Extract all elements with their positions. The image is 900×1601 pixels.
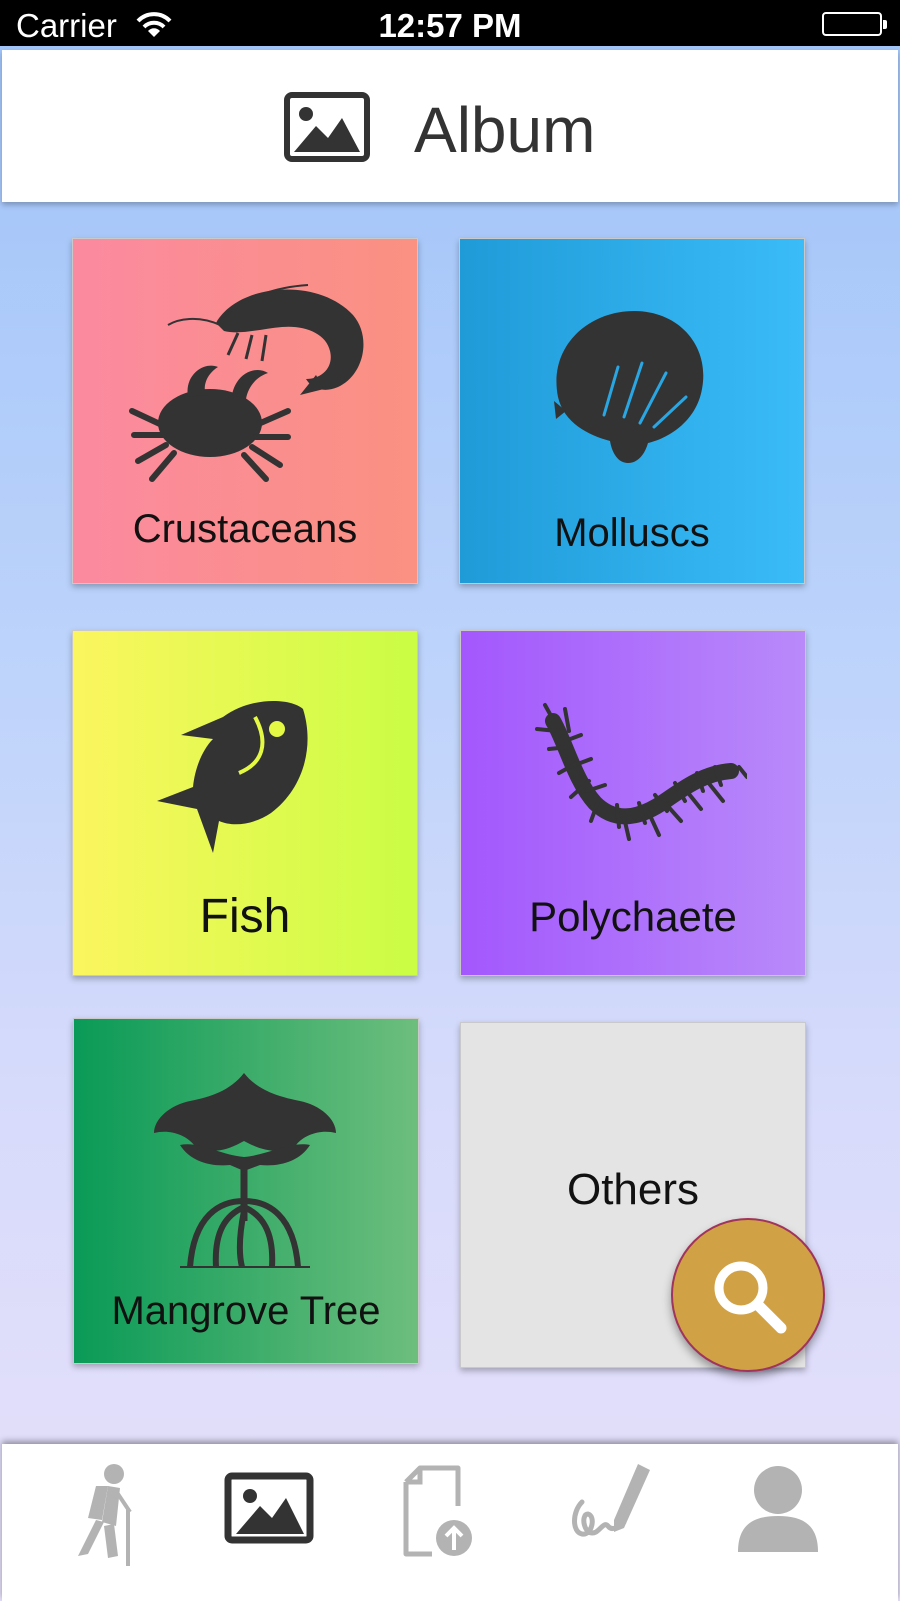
page-title: Album <box>414 94 596 166</box>
image-icon <box>224 1472 314 1544</box>
category-tile-molluscs[interactable]: Molluscs <box>459 238 805 584</box>
upload-document-icon <box>403 1465 472 1557</box>
tile-label: Fish <box>199 890 291 943</box>
tile-label: Molluscs <box>554 511 710 555</box>
search-icon <box>714 1261 787 1334</box>
search-button[interactable] <box>671 1218 825 1372</box>
signature-pen-icon <box>572 1464 650 1537</box>
mangrove-tree-icon <box>154 1073 336 1268</box>
user-profile-icon <box>738 1466 818 1552</box>
tab-profile[interactable] <box>736 1462 856 1572</box>
tile-label: Others <box>566 1165 700 1214</box>
battery-icon <box>822 12 887 36</box>
tab-sign[interactable] <box>568 1462 688 1572</box>
shrimp-crab-icon <box>129 284 364 482</box>
status-bar: Carrier 12:57 PM <box>0 0 900 46</box>
tab-album[interactable] <box>224 1462 344 1572</box>
tile-label: Crustaceans <box>132 507 358 551</box>
tile-label: Mangrove Tree <box>111 1289 381 1333</box>
tile-label: Polychaete <box>529 893 737 940</box>
tab-bar <box>2 1444 898 1601</box>
tab-upload[interactable] <box>402 1462 522 1572</box>
header-bar: Album <box>2 50 898 202</box>
clock: 12:57 PM <box>378 7 522 44</box>
category-tile-crustaceans[interactable]: Crustaceans <box>72 238 418 584</box>
shell-icon <box>554 311 704 463</box>
category-tile-mangrove-tree[interactable]: Mangrove Tree <box>73 1018 419 1364</box>
worm-icon <box>535 703 747 841</box>
image-icon <box>284 92 370 167</box>
category-tile-fish[interactable]: Fish <box>72 630 418 976</box>
category-tile-polychaete[interactable]: Polychaete <box>460 630 806 976</box>
fish-icon <box>157 700 308 853</box>
tab-hiking[interactable] <box>62 1462 182 1572</box>
hiker-icon <box>78 1464 132 1566</box>
